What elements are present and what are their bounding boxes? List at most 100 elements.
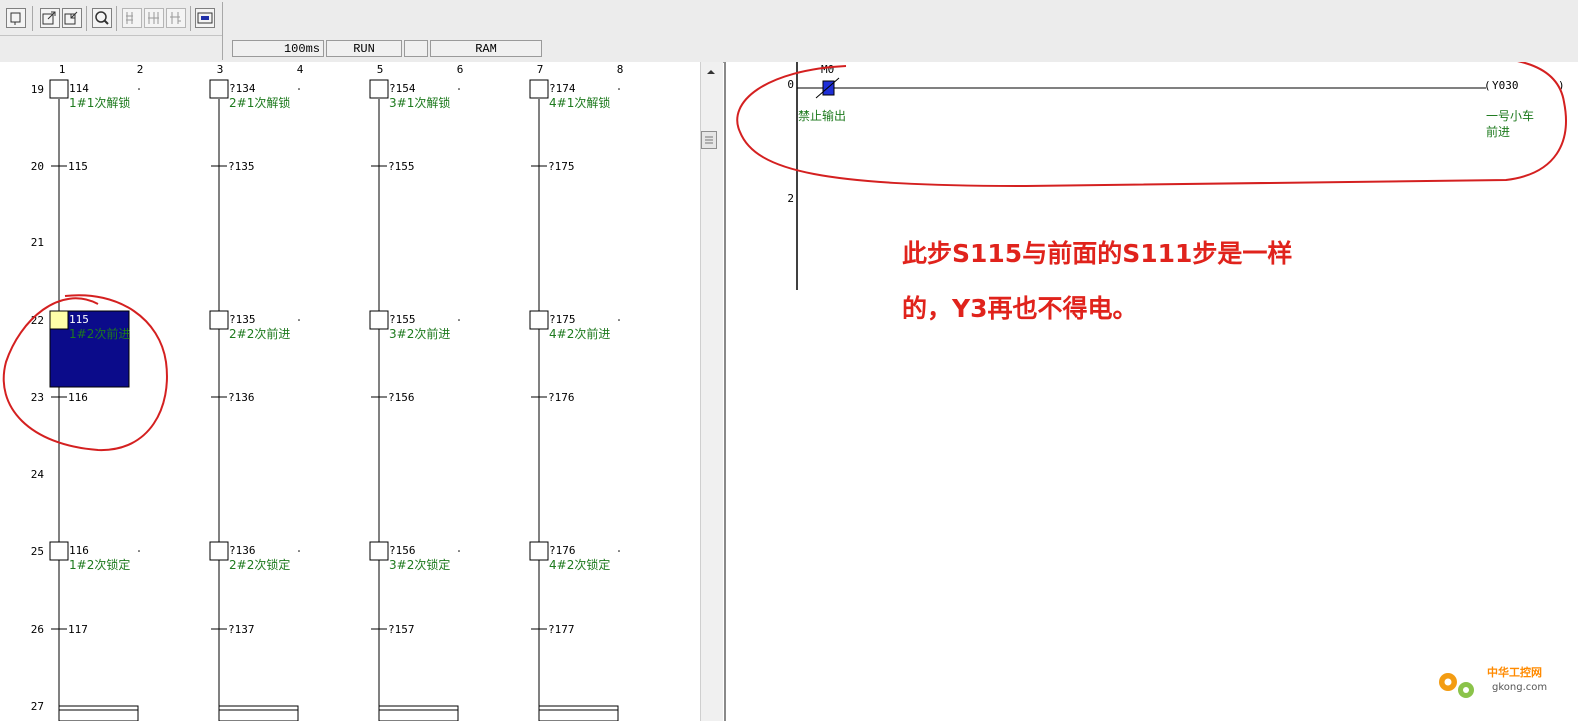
scroll-thumb[interactable] [701,131,717,149]
transition-label: ?155 [388,160,415,173]
sfc-column: ?175?176?177?1744#1次解锁?1754#2次前进?1764#2次… [529,79,620,721]
grid-dot [138,319,140,321]
ladder-view-pane[interactable]: 0 2 M0 ( Y030 ) 禁止输出 一号小车 前进 [724,62,1578,721]
step-box[interactable] [49,310,69,330]
step-comment: 2#2次锁定 [229,557,290,572]
step-comment: 4#2次锁定 [549,557,610,572]
annotation-note: 此步S115与前面的S111步是一样 的，Y3再也不得电。 [902,226,1372,336]
grid-dot [618,319,620,321]
toolbar-button-8[interactable] [195,8,215,28]
status-blank-field [404,40,428,57]
grid-dot [298,550,300,552]
coil-open-paren: ( [1484,79,1491,92]
nc-contact-m0[interactable] [822,80,835,96]
transition-label: ?176 [548,391,575,404]
toolbar-button-7[interactable] [166,8,186,28]
toolbar-button-3[interactable] [62,8,82,28]
highlight-ellipse [736,62,1567,188]
coil-comment-line2: 前进 [1486,124,1510,139]
transition-label: ?157 [388,623,415,636]
grip-icon [705,136,713,144]
step-box[interactable] [49,541,69,561]
sfc-editor-pane[interactable]: 12345678 19 20 21 22 23 24 25 26 27 115 116 117 114… [0,62,700,721]
step-comment: 1#1次解锁 [69,95,130,110]
grid-dot [458,88,460,90]
step-box[interactable] [209,79,229,99]
step-label: ?134 [229,82,256,95]
sfc-column: ?155?156?157?1543#1次解锁?1553#2次前进?1563#2次… [369,79,460,721]
step-comment: 1#2次前进 [69,326,130,341]
arrow-up-icon [707,70,715,74]
column-number: 1 [59,63,66,76]
step-box[interactable] [209,310,229,330]
step-box[interactable] [209,541,229,561]
watermark-cn: 中华工控网 [1487,666,1542,679]
step-box[interactable] [529,79,549,99]
step-box[interactable] [369,310,389,330]
toolbar-row-divider [0,35,222,36]
toolbar-button-6[interactable] [144,8,164,28]
step-comment: 4#1次解锁 [549,95,610,110]
jump-block[interactable] [378,705,459,721]
branch-icon [170,12,181,24]
transition-label: 116 [68,391,88,404]
column-number: 8 [617,63,624,76]
jump-block[interactable] [538,705,619,721]
sfc-step-icon [10,12,21,25]
transition-label: 115 [68,160,88,173]
step-comment: 3#2次前进 [389,326,450,341]
scan-time-field: 100ms [232,40,324,57]
scroll-up-button[interactable] [703,64,719,80]
sfc-column: 1151161171141#1次解锁1151#2次前进1161#2次锁定 [49,79,140,721]
vertical-scrollbar[interactable] [700,62,723,721]
step-label: ?156 [389,544,416,557]
step-box[interactable] [369,541,389,561]
step-box[interactable] [49,79,69,99]
transition-label: ?137 [228,623,255,636]
step-box[interactable] [529,310,549,330]
watermark: 中华工控网 gkong.com [1432,660,1572,708]
toolbar-separator [190,6,191,31]
transition-label: ?156 [388,391,415,404]
branch-icon [148,12,159,24]
column-number: 5 [377,63,384,76]
grid-dot [618,550,620,552]
jump-block[interactable] [58,705,139,721]
toolbar-separator [116,6,117,31]
toolbar-button-2[interactable] [40,8,60,28]
toolbar-button-1[interactable] [6,8,26,28]
toolbar-separator [86,6,87,31]
branch-icon [126,12,133,24]
toolbar-button-5[interactable] [122,8,142,28]
step-label: ?176 [549,544,576,557]
toolbar-separator [32,6,33,31]
ladder-diagram: 0 2 M0 ( Y030 ) 禁止输出 一号小车 前进 [736,62,1567,290]
annotation-line2: 的，Y3再也不得电。 [902,294,1138,323]
grid-dot [138,550,140,552]
jump-block[interactable] [218,705,299,721]
transition-label: ?177 [548,623,575,636]
step-box[interactable] [529,541,549,561]
coil-comment-line1: 一号小车 [1486,108,1534,123]
grid-dot [618,88,620,90]
column-number: 7 [537,63,544,76]
zoom-in-icon [42,11,56,25]
step-label: ?174 [549,82,576,95]
row-number: 22 [31,314,44,327]
column-number: 2 [137,63,144,76]
transition-label: ?135 [228,160,255,173]
sfc-diagram: 12345678 192021222324252627 115116117114… [2,63,624,721]
step-comment: 4#2次前进 [549,326,610,341]
step-box[interactable] [369,79,389,99]
plc-mode-field: RUN [326,40,402,57]
step-comment: 1#2次锁定 [69,557,130,572]
zoom-out-icon [64,11,78,25]
monitor-icon [197,12,213,24]
step-label: ?175 [549,313,576,326]
ladder-row-number: 2 [787,192,794,205]
toolbar-button-4[interactable] [92,8,112,28]
step-label: ?155 [389,313,416,326]
grid-dot [458,319,460,321]
transition-label: ?136 [228,391,255,404]
grid-dot [458,550,460,552]
